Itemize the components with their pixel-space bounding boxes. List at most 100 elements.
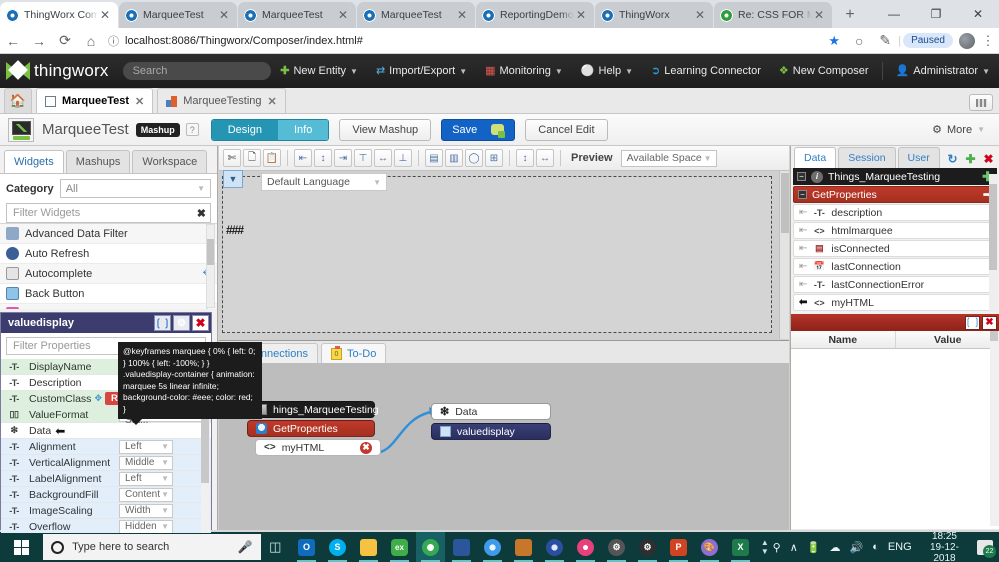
- rotate-icon[interactable]: ◯: [465, 149, 483, 167]
- size-vertical-icon[interactable]: ↕: [516, 149, 534, 167]
- taskbar-app-itunes[interactable]: ♪: [571, 532, 600, 562]
- property-row-verticalalignment[interactable]: -T- VerticalAlignment Middle ▼: [1, 455, 211, 471]
- align-top-icon[interactable]: ⊤: [354, 149, 372, 167]
- close-icon[interactable]: ✕: [455, 9, 469, 21]
- close-icon[interactable]: ✕: [574, 9, 588, 21]
- language-indicator[interactable]: ENG: [888, 541, 912, 553]
- back-icon[interactable]: ←: [0, 28, 26, 54]
- menu-new-composer[interactable]: ❖ New Composer: [770, 65, 878, 77]
- property-value-select[interactable]: Middle ▼: [119, 455, 173, 470]
- menu-monitoring[interactable]: ▦ Monitoring ▼: [476, 65, 572, 77]
- language-dropdown-toggle[interactable]: ▼: [223, 170, 243, 188]
- category-select[interactable]: All ▼: [59, 179, 211, 198]
- align-middle-icon[interactable]: ↔: [374, 149, 392, 167]
- list-item[interactable]: ⇤ -T- lastConnectionError: [793, 276, 997, 293]
- taskbar-app-settings[interactable]: ⚙: [633, 532, 662, 562]
- new-tab-button[interactable]: +: [837, 2, 863, 28]
- menu-help[interactable]: ⚪ Help ▼: [572, 65, 642, 77]
- list-item[interactable]: ⇤ <> htmlmarquee: [793, 222, 997, 239]
- binding-source-property[interactable]: <> myHTML ✖: [255, 439, 381, 456]
- refresh-icon[interactable]: ↻: [945, 151, 960, 166]
- home-icon[interactable]: 🏠: [4, 88, 32, 113]
- browser-tab[interactable]: MarqueeTest ✕: [238, 2, 356, 28]
- taskbar-app-file-explorer[interactable]: [354, 532, 383, 562]
- grid-icon[interactable]: ⊞: [485, 149, 503, 167]
- address-bar[interactable]: ⓘ localhost:8086/Thingworx/Composer/inde…: [106, 31, 817, 50]
- bookmark-star-icon[interactable]: ★: [822, 33, 846, 49]
- list-item[interactable]: Back Button: [0, 284, 217, 304]
- property-row-overflow[interactable]: -T- Overflow Hidden ▼: [1, 519, 211, 533]
- eyedropper-icon[interactable]: ✎: [872, 28, 898, 54]
- taskbar-app-tools[interactable]: [509, 532, 538, 562]
- property-value-select[interactable]: Left ▼: [119, 439, 173, 454]
- help-icon[interactable]: ?: [185, 123, 199, 136]
- list-item[interactable]: Advanced Data Filter: [0, 224, 217, 244]
- info-icon[interactable]: i: [811, 170, 823, 183]
- close-icon[interactable]: ✕: [336, 9, 350, 21]
- battery-icon[interactable]: 🔋: [807, 541, 821, 554]
- paste-icon[interactable]: 📋: [263, 149, 281, 167]
- taskbar-app-paint[interactable]: 🎨: [695, 532, 724, 562]
- menu-new-entity[interactable]: ✚ New Entity ▼: [271, 65, 367, 77]
- search-input[interactable]: Type here to search 🎤: [43, 534, 261, 560]
- widget-list[interactable]: Advanced Data Filter Auto Refresh Autoco…: [0, 223, 217, 309]
- notification-center-icon[interactable]: 22: [977, 539, 997, 558]
- list-item[interactable]: ⇤ 📅 lastConnection: [793, 258, 997, 275]
- align-bottom-icon[interactable]: ⊥: [394, 149, 412, 167]
- taskbar-app-remote-desktop[interactable]: [447, 532, 476, 562]
- menu-administrator[interactable]: 👤 Administrator ▼: [887, 65, 999, 77]
- cut-icon[interactable]: ✄: [223, 149, 241, 167]
- bind-out-icon[interactable]: ⇤: [799, 279, 807, 290]
- tab-data[interactable]: Data: [794, 147, 837, 168]
- property-row-backgroundfill[interactable]: -T- BackgroundFill Content ▼: [1, 487, 211, 503]
- mashup-design-surface[interactable]: ###: [222, 176, 772, 333]
- cancel-edit-button[interactable]: Cancel Edit: [525, 118, 608, 141]
- reload-icon[interactable]: ⟳: [52, 28, 78, 54]
- wifi-icon[interactable]: ◐: [872, 541, 879, 553]
- clear-icon[interactable]: ✖: [197, 207, 206, 220]
- browser-menu-icon[interactable]: ⋮: [979, 33, 997, 49]
- list-item[interactable]: ⇤ ▤ isConnected: [793, 240, 997, 257]
- taskbar-overflow-icon[interactable]: ▲ ▼: [757, 538, 773, 556]
- menu-learning-connector[interactable]: ➲ Learning Connector: [642, 65, 770, 77]
- list-item[interactable]: Autocomplete ✥: [0, 264, 217, 284]
- data-panel-scrollbar[interactable]: [989, 174, 998, 312]
- property-row-alignment[interactable]: -T- Alignment Left ▼: [1, 439, 211, 455]
- bind-icon[interactable]: ❲❳: [964, 315, 981, 330]
- property-value-select[interactable]: Width ▼: [119, 503, 173, 518]
- align-right-icon[interactable]: ⇥: [334, 149, 352, 167]
- volume-icon[interactable]: 🔊: [849, 541, 863, 554]
- property-value-select[interactable]: Hidden ▼: [119, 519, 173, 533]
- taskbar-app-outlook[interactable]: O: [292, 532, 321, 562]
- close-icon[interactable]: ✕: [98, 9, 112, 21]
- filter-widgets-input[interactable]: Filter Widgets ✖: [6, 203, 211, 223]
- close-icon[interactable]: ✕: [812, 9, 826, 21]
- more-button[interactable]: ⚙ More ▼: [932, 123, 991, 137]
- tab-todo[interactable]: 0 To-Do: [320, 343, 387, 363]
- tab-session[interactable]: Session: [838, 147, 896, 168]
- align-center-horizontal-icon[interactable]: ↕: [314, 149, 332, 167]
- distribute-horizontal-icon[interactable]: ▤: [425, 149, 443, 167]
- parameters-scrollbar[interactable]: [990, 331, 999, 526]
- cloud-icon[interactable]: ☁: [829, 541, 840, 554]
- property-value-select[interactable]: Content ▼: [119, 487, 173, 502]
- view-mashup-button[interactable]: View Mashup: [339, 118, 432, 141]
- close-icon[interactable]: ✖: [981, 151, 996, 166]
- settings-icon[interactable]: ⚙: [173, 315, 190, 331]
- task-view-icon[interactable]: ◫: [261, 539, 290, 555]
- tab-info[interactable]: Info: [277, 119, 329, 140]
- windows-start-icon[interactable]: [0, 532, 43, 562]
- property-row-imagescaling[interactable]: -T- ImageScaling Width ▼: [1, 503, 211, 519]
- close-icon[interactable]: ✕: [693, 9, 707, 21]
- list-item[interactable]: ⇤ -T- description: [793, 204, 997, 221]
- extension-icon[interactable]: ○: [846, 28, 872, 54]
- service-header-getproperties[interactable]: − GetProperties ➡: [793, 186, 997, 203]
- widget-list-scrollbar[interactable]: [206, 224, 215, 308]
- preview-select[interactable]: Available Space ▼: [620, 149, 717, 167]
- layout-toggle-icon[interactable]: [969, 94, 993, 111]
- bind-in-icon[interactable]: ⬅: [799, 297, 807, 308]
- distribute-vertical-icon[interactable]: ▥: [445, 149, 463, 167]
- info-icon[interactable]: ⓘ: [108, 33, 119, 49]
- menu-import-export[interactable]: ⇄ Import/Export ▼: [367, 65, 476, 77]
- delete-binding-icon[interactable]: ✖: [360, 441, 372, 454]
